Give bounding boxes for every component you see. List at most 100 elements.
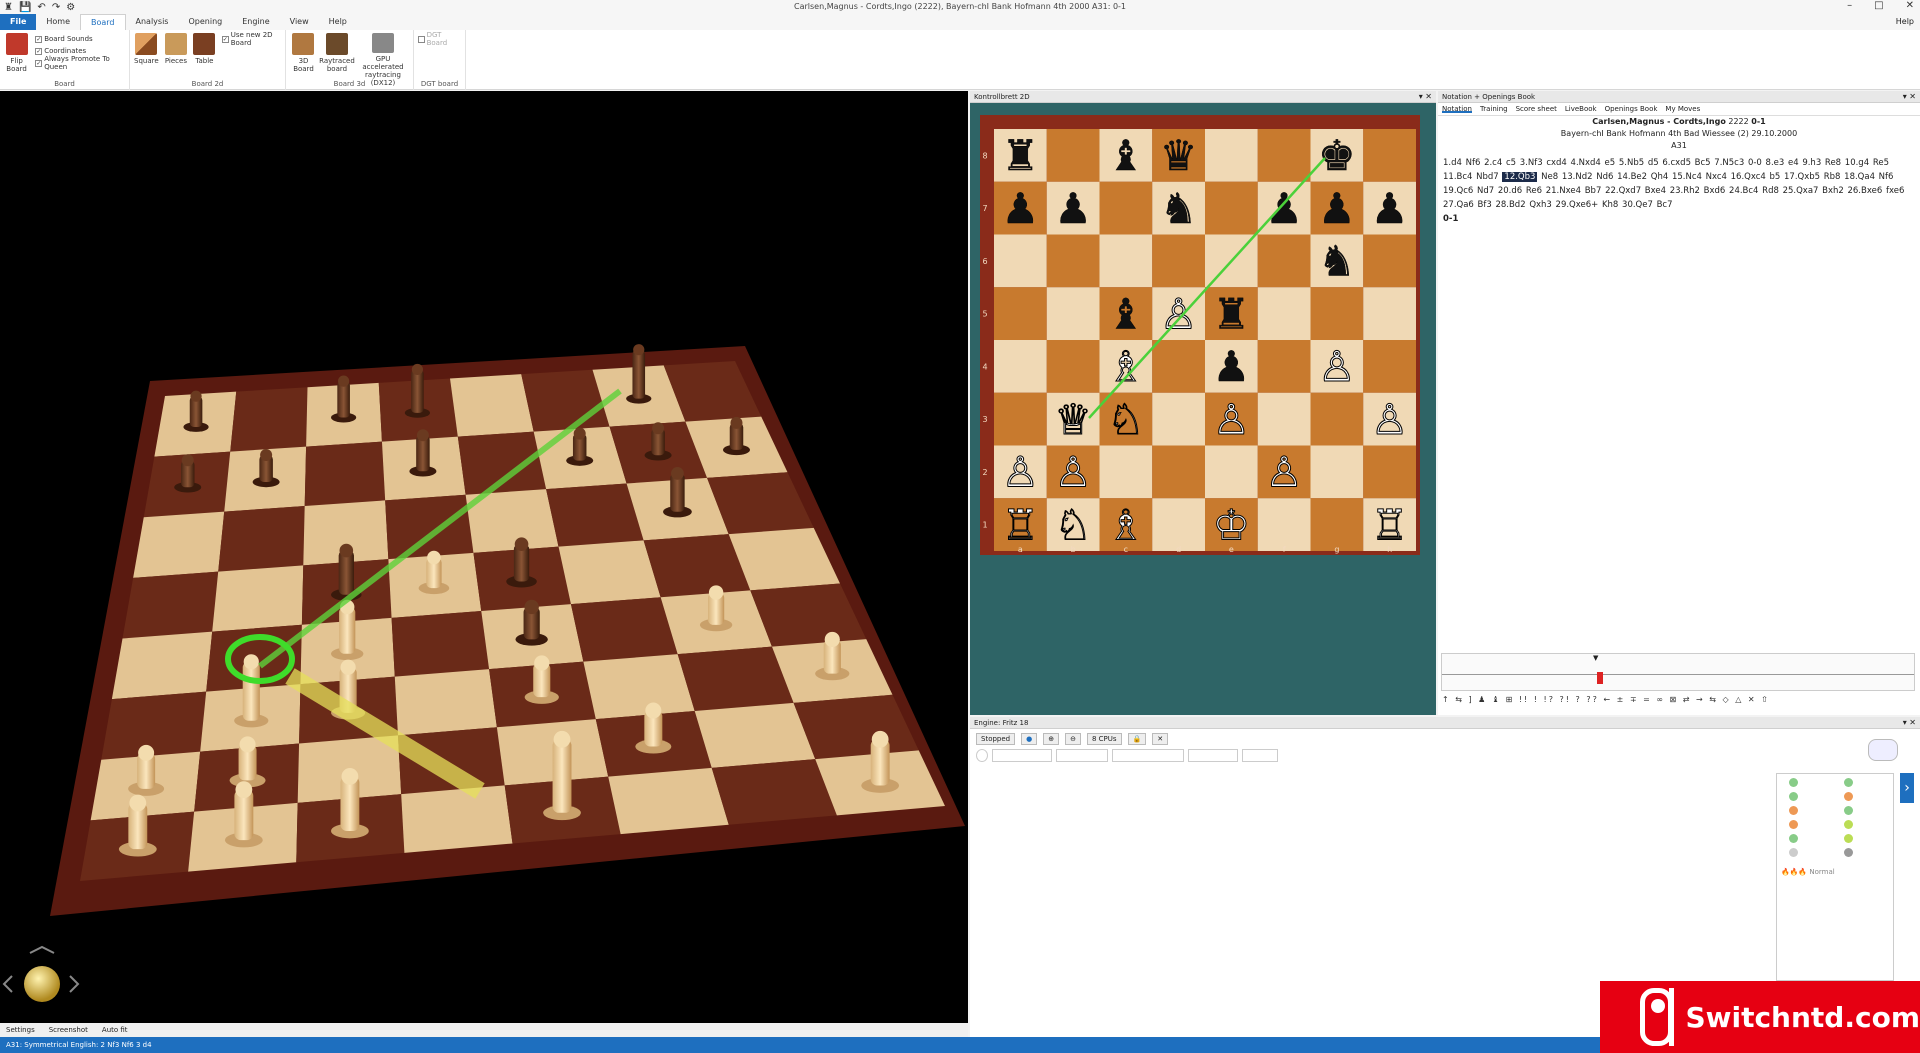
zoom-in-icon[interactable]: ⊕ xyxy=(1043,733,1060,745)
tab-training[interactable]: Training xyxy=(1480,105,1508,113)
3d-square-b8[interactable] xyxy=(230,387,308,452)
panel-close-icon[interactable]: ▾ ✕ xyxy=(1419,91,1432,103)
square-d4[interactable] xyxy=(1152,340,1205,393)
piece-d8[interactable]: ♛ xyxy=(1160,131,1198,180)
piece-h7[interactable]: ♟ xyxy=(1371,184,1409,233)
piece-e3[interactable]: ♙ xyxy=(1212,394,1251,444)
tab-analysis[interactable]: Analysis xyxy=(126,14,179,30)
3d-square-a4[interactable] xyxy=(111,631,213,700)
square-f3[interactable] xyxy=(1257,392,1311,446)
square-d2[interactable] xyxy=(1152,445,1205,499)
piece-b2[interactable]: ♙ xyxy=(1054,447,1093,497)
piece-g6[interactable]: ♞ xyxy=(1318,236,1356,286)
engine-close-icon[interactable]: ▾ ✕ xyxy=(1903,717,1916,729)
notation-close-icon[interactable]: ▾ ✕ xyxy=(1903,91,1916,103)
cloud-icon[interactable] xyxy=(1868,739,1898,761)
piece-f7[interactable]: ♟ xyxy=(1265,184,1303,233)
dgt-board-checkbox[interactable]: DGT Board xyxy=(418,31,461,47)
help-link[interactable]: Help xyxy=(1896,17,1914,26)
square-b5[interactable] xyxy=(1046,287,1100,340)
flip-board-button[interactable]: Flip Board xyxy=(4,33,29,87)
expand-arrow-icon[interactable]: › xyxy=(1900,773,1914,803)
game-timeline[interactable]: ▼ xyxy=(1441,653,1915,691)
piece-f2[interactable]: ♙ xyxy=(1265,447,1304,497)
3d-square-g1[interactable] xyxy=(711,759,837,825)
piece-e1[interactable]: ♔ xyxy=(1212,500,1251,550)
3d-square-g2[interactable] xyxy=(694,702,816,768)
new-2d-board-checkbox[interactable]: ✓ Use new 2D Board xyxy=(221,31,281,47)
nav-left-icon[interactable] xyxy=(2,975,13,993)
3d-square-a6[interactable] xyxy=(133,511,225,578)
3d-board-render[interactable] xyxy=(0,91,968,1023)
square-d3[interactable] xyxy=(1152,392,1205,446)
tab-score-sheet[interactable]: Score sheet xyxy=(1516,105,1557,113)
3d-square-e2[interactable] xyxy=(496,719,609,786)
screenshot-button[interactable]: Screenshot xyxy=(49,1026,88,1034)
lock-icon[interactable]: 🔒 xyxy=(1127,733,1147,745)
square-e8[interactable] xyxy=(1205,129,1258,182)
engine-close-small-icon[interactable]: ✕ xyxy=(1152,733,1169,745)
piece-d7[interactable]: ♞ xyxy=(1160,184,1198,233)
piece-a2[interactable]: ♙ xyxy=(1001,447,1040,497)
piece-c3[interactable]: ♘ xyxy=(1107,394,1146,444)
board-sounds-checkbox[interactable]: ✓ Board Sounds xyxy=(35,33,125,45)
nav-up-icon[interactable] xyxy=(29,945,55,954)
table-button[interactable]: Table xyxy=(193,33,216,87)
square-b8[interactable] xyxy=(1046,129,1100,182)
3d-square-d3[interactable] xyxy=(394,669,497,736)
square-a3[interactable] xyxy=(994,392,1047,446)
square-button[interactable]: Square xyxy=(134,33,159,87)
piece-g8[interactable]: ♚ xyxy=(1318,131,1356,180)
tab-openings-book[interactable]: Openings Book xyxy=(1605,105,1658,113)
piece-a7[interactable]: ♟ xyxy=(1001,184,1040,233)
piece-c1[interactable]: ♗ xyxy=(1107,500,1146,550)
tab-file[interactable]: File xyxy=(0,14,37,30)
piece-g7[interactable]: ♟ xyxy=(1318,184,1356,233)
3d-square-e8[interactable] xyxy=(450,374,534,437)
square-h2[interactable] xyxy=(1363,445,1416,499)
zoom-out-icon[interactable]: ⊖ xyxy=(1065,733,1081,745)
3d-square-d4[interactable] xyxy=(391,611,490,677)
piece-b3[interactable]: ♕ xyxy=(1054,394,1093,444)
board-2d[interactable]: ♜ ♝ ♛ ♚♟ ♟ ♞ ♟ ♟ ♟♞♝ ♙ ♜♗ ♟ ♙♕ ♘ ♙ ♙♙ ♙ ♙♖ ♘ ♗ ♔ ♖ a b c d e f g h87… xyxy=(980,115,1420,555)
piece-c8[interactable]: ♝ xyxy=(1107,131,1145,180)
minimize-button[interactable]: – xyxy=(1847,0,1852,11)
square-e7[interactable] xyxy=(1205,181,1258,235)
engine-info-icon[interactable]: ● xyxy=(1021,733,1038,745)
gpu-raytracing-button[interactable]: GPU accelerated raytracing (DX12) xyxy=(357,33,409,87)
3d-square-f3[interactable] xyxy=(583,654,695,720)
3d-square-a3[interactable] xyxy=(101,691,207,760)
promote-queen-checkbox[interactable]: ✓ Always Promote To Queen xyxy=(35,55,125,71)
nav-ball-icon[interactable] xyxy=(24,966,60,1002)
piece-d5[interactable]: ♙ xyxy=(1159,289,1198,339)
3d-square-f6[interactable] xyxy=(546,483,644,547)
engine-gear-icon[interactable] xyxy=(976,749,988,762)
3d-board-button[interactable]: 3D Board xyxy=(290,33,317,87)
piece-h1[interactable]: ♖ xyxy=(1370,500,1409,550)
piece-c5[interactable]: ♝ xyxy=(1107,289,1145,338)
square-d6[interactable] xyxy=(1152,234,1205,288)
piece-h3[interactable]: ♙ xyxy=(1370,394,1409,444)
tab-opening[interactable]: Opening xyxy=(178,14,232,30)
tab-home[interactable]: Home xyxy=(36,14,80,30)
3d-square-d6[interactable] xyxy=(385,494,474,560)
piece-e4[interactable]: ♟ xyxy=(1212,342,1251,391)
tab-engine[interactable]: Engine xyxy=(232,14,279,30)
maximize-button[interactable]: □ xyxy=(1874,0,1883,11)
square-f5[interactable] xyxy=(1257,287,1311,340)
3d-navigation-widget[interactable] xyxy=(2,945,80,1002)
annotation-symbols-bar[interactable]: ↑ ⇆ ] ♟ ♝ ⊞ !! ! !? ?! ? ?? ← ± ∓ = ∞ ⊠ … xyxy=(1442,695,1770,704)
square-b4[interactable] xyxy=(1046,340,1100,393)
square-g3[interactable] xyxy=(1310,392,1364,446)
piece-c4[interactable]: ♗ xyxy=(1107,342,1146,392)
tab-view[interactable]: View xyxy=(280,14,319,30)
square-f6[interactable] xyxy=(1257,234,1311,288)
square-h6[interactable] xyxy=(1363,234,1416,288)
move-list[interactable]: 1.d4 Nf6 2.c4 c5 3.Nf3 cxd4 4.Nxd4 e5 5.… xyxy=(1438,152,1920,230)
3d-square-b6[interactable] xyxy=(218,506,305,572)
3d-square-b5[interactable] xyxy=(212,565,304,632)
piece-a1[interactable]: ♖ xyxy=(1001,500,1040,550)
tab-notation[interactable]: Notation xyxy=(1442,105,1472,113)
3d-piece-g8[interactable] xyxy=(632,349,646,399)
3d-square-a5[interactable] xyxy=(122,571,219,639)
